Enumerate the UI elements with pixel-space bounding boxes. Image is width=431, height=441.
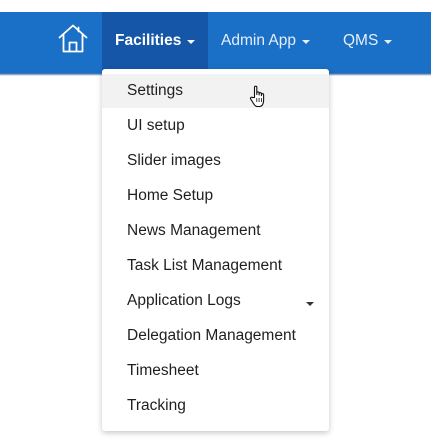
menu-item-label: Tracking [127, 397, 186, 414]
nav-facilities[interactable]: Facilities [102, 12, 208, 70]
menu-item-application-logs[interactable]: Application Logs [102, 284, 329, 318]
menu-item-label: UI setup [127, 117, 185, 134]
chevron-down-icon [301, 40, 310, 44]
menu-item-home-setup[interactable]: Home Setup [102, 179, 329, 213]
menu-item-news-management[interactable]: News Management [102, 214, 329, 248]
nav-qms-label: QMS [343, 32, 379, 49]
menu-item-tracking[interactable]: Tracking [102, 389, 329, 423]
facilities-dropdown-menu: Settings UI setup Slider images Home Set… [102, 69, 329, 431]
menu-item-label: Application Logs [127, 292, 241, 309]
menu-item-label: Task List Management [127, 257, 283, 274]
menu-item-slider-images[interactable]: Slider images [102, 144, 329, 178]
nav-qms[interactable]: QMS [329, 12, 409, 70]
menu-item-label: Slider images [127, 152, 221, 169]
menu-item-label: News Management [127, 222, 261, 239]
chevron-down-icon [384, 40, 393, 44]
menu-item-settings[interactable]: Settings [102, 74, 329, 108]
home-icon [56, 22, 90, 61]
home-link[interactable] [55, 12, 91, 70]
menu-item-delegation-management[interactable]: Delegation Management [102, 319, 329, 353]
hand-pointer-cursor-icon [248, 84, 270, 115]
chevron-down-icon [187, 40, 196, 44]
nav-admin-app[interactable]: Admin App [208, 12, 328, 70]
nav-admin-app-label: Admin App [221, 32, 296, 49]
menu-item-task-list-management[interactable]: Task List Management [102, 249, 329, 283]
menu-item-label: Settings [127, 82, 184, 99]
menu-item-label: Timesheet [127, 362, 199, 379]
submenu-caret-icon [306, 302, 314, 306]
menu-item-timesheet[interactable]: Timesheet [102, 354, 329, 388]
nav-facilities-label: Facilities [115, 32, 182, 49]
menu-item-label: Delegation Management [127, 327, 296, 344]
menu-item-ui-setup[interactable]: UI setup [102, 109, 329, 143]
menu-item-label: Home Setup [127, 187, 214, 204]
